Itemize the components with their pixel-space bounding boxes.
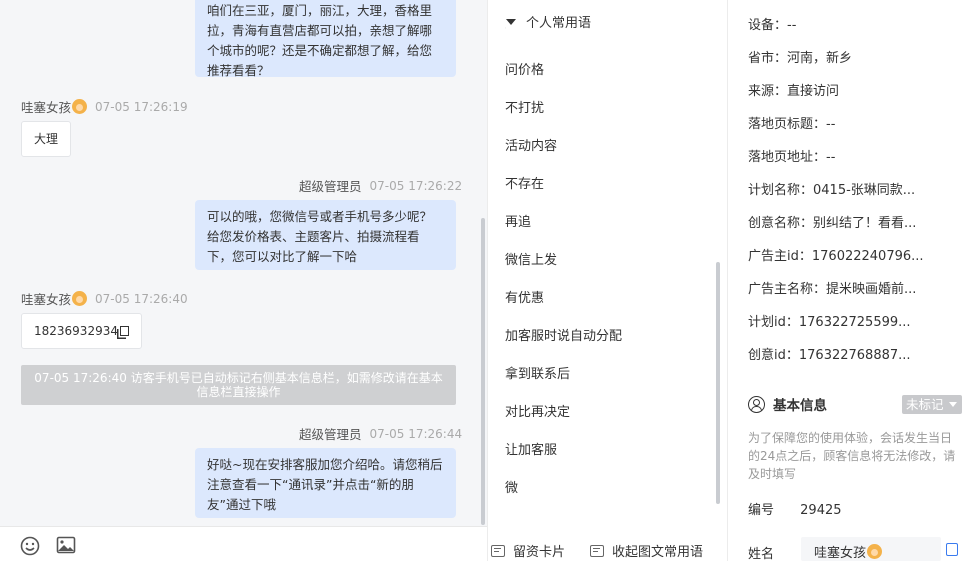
phrase-item[interactable]: 加客服时说自动分配: [505, 325, 622, 344]
info-row-creative-id: 创意id：176322768887...: [748, 348, 911, 363]
visitor-message-bubble: 18236932934: [21, 313, 142, 349]
info-row-creative-name: 创意名称：别纠结了！看看...: [748, 216, 917, 231]
phrase-item[interactable]: 拿到联系后: [505, 363, 570, 382]
agent-sender-line: 超级管理员 07-05 17:26:22: [299, 176, 462, 195]
chat-scrollbar[interactable]: [478, 0, 487, 526]
personal-phrases-header[interactable]: 个人常用语: [506, 12, 598, 31]
info-row-advertiser-id: 广告主id：176022240796...: [748, 249, 924, 264]
agent-name: 超级管理员: [299, 427, 362, 442]
info-row-advertiser-name: 广告主名称：提米映画婚前...: [748, 282, 917, 297]
name-field[interactable]: 哇塞女孩: [801, 537, 941, 561]
agent-message-bubble: 咱们在三亚，厦门，丽江，大理，香格里拉，青海有直营店都可以拍，亲想了解哪个城市的…: [195, 0, 456, 78]
phrase-item[interactable]: 问价格: [505, 59, 544, 78]
list-icon: [590, 544, 604, 557]
info-row-plan-id: 计划id：176322725599...: [748, 315, 911, 330]
phrase-item[interactable]: 对比再决定: [505, 401, 570, 420]
visitor-name: 哇塞女孩: [21, 292, 72, 307]
phrase-item[interactable]: 活动内容: [505, 135, 557, 154]
chat-scrollbar-thumb[interactable]: [481, 218, 485, 525]
message-time: 07-05 17:26:19: [95, 99, 188, 114]
info-row-number: 编号 29425: [748, 503, 842, 518]
agent-name: 超级管理员: [299, 179, 362, 194]
lead-card-button[interactable]: 留资卡片: [491, 541, 565, 560]
visitor-info-panel: 设备：-- 省市：河南，新乡 来源：直接访问 落地页标题：-- 落地页地址：--…: [727, 0, 967, 561]
caret-down-icon: [506, 18, 516, 25]
info-row-source: 来源：直接访问: [748, 84, 840, 99]
agent-message-bubble: 可以的哦，您微信号或者手机号多少呢？给您发价格表、主题客片、拍摄流程看下，您可以…: [195, 200, 456, 270]
visitor-name: 哇塞女孩: [21, 100, 72, 115]
edit-notice: 为了保障您的使用体验，会话发生当日的24点之后，顾客信息将无法修改，请及时填写: [748, 431, 956, 481]
agent-sender-line: 超级管理员 07-05 17:26:44: [299, 424, 462, 443]
phrase-item[interactable]: 再追: [505, 211, 531, 230]
edit-icon[interactable]: [946, 543, 958, 556]
user-icon: [748, 395, 765, 413]
phrase-item[interactable]: 不存在: [505, 173, 544, 192]
message-time: 07-05 17:26:22: [369, 178, 463, 193]
chat-panel: 咱们在三亚，厦门，丽江，大理，香格里拉，青海有直营店都可以拍，亲想了解哪个城市的…: [0, 0, 487, 561]
info-row-plan-name: 计划名称：0415-张琳同款...: [748, 183, 916, 198]
emoji-icon[interactable]: [20, 536, 40, 556]
collapse-phrases-button[interactable]: 收起图文常用语: [590, 541, 703, 560]
message-time: 07-05 17:26:44: [369, 426, 463, 441]
girl-emoji-icon: [72, 99, 88, 114]
tag-dropdown[interactable]: 未标记: [902, 395, 962, 414]
phrases-scrollbar-thumb[interactable]: [716, 262, 720, 504]
phrase-item[interactable]: 让加客服: [505, 439, 557, 458]
phrase-item[interactable]: 不打扰: [505, 97, 544, 116]
info-row-landing-url: 落地页地址：--: [748, 150, 836, 165]
input-toolbar: [0, 526, 487, 561]
girl-emoji-icon: [867, 544, 883, 559]
basic-info-title: 基本信息: [748, 394, 827, 414]
image-icon[interactable]: [56, 535, 76, 555]
info-row-device: 设备：--: [748, 18, 797, 33]
system-notice: 07-05 17:26:40 访客手机号已自动标记右侧基本信息栏，如需修改请在基…: [21, 365, 456, 405]
info-row-landing-title: 落地页标题：--: [748, 117, 836, 132]
phrase-item[interactable]: 微: [505, 477, 518, 496]
visitor-message-bubble: 大理: [21, 121, 72, 157]
agent-message-bubble: 好哒~现在安排客服加您介绍哈。请您稍后注意查看一下“通讯录”并点击“新的朋友”通…: [195, 448, 456, 518]
visitor-sender-line: 哇塞女孩 07-05 17:26:19: [21, 97, 188, 116]
common-phrases-panel: 要地点 个人常用语 问价格 不打扰 活动内容 不存在 再追 微信上发 有优惠 加…: [487, 0, 727, 561]
copy-icon[interactable]: [119, 326, 129, 336]
visitor-sender-line: 哇塞女孩 07-05 17:26:40: [21, 289, 188, 308]
info-row-region: 省市：河南，新乡: [748, 51, 853, 66]
phrase-item[interactable]: 微信上发: [505, 249, 557, 268]
card-icon: [491, 544, 505, 557]
message-time: 07-05 17:26:40: [95, 291, 188, 306]
caret-down-icon: [949, 402, 957, 407]
phrase-item[interactable]: 有优惠: [505, 287, 544, 306]
name-label: 姓名: [748, 547, 775, 561]
girl-emoji-icon: [72, 291, 88, 306]
message-list[interactable]: 咱们在三亚，厦门，丽江，大理，香格里拉，青海有直营店都可以拍，亲想了解哪个城市的…: [0, 0, 476, 526]
